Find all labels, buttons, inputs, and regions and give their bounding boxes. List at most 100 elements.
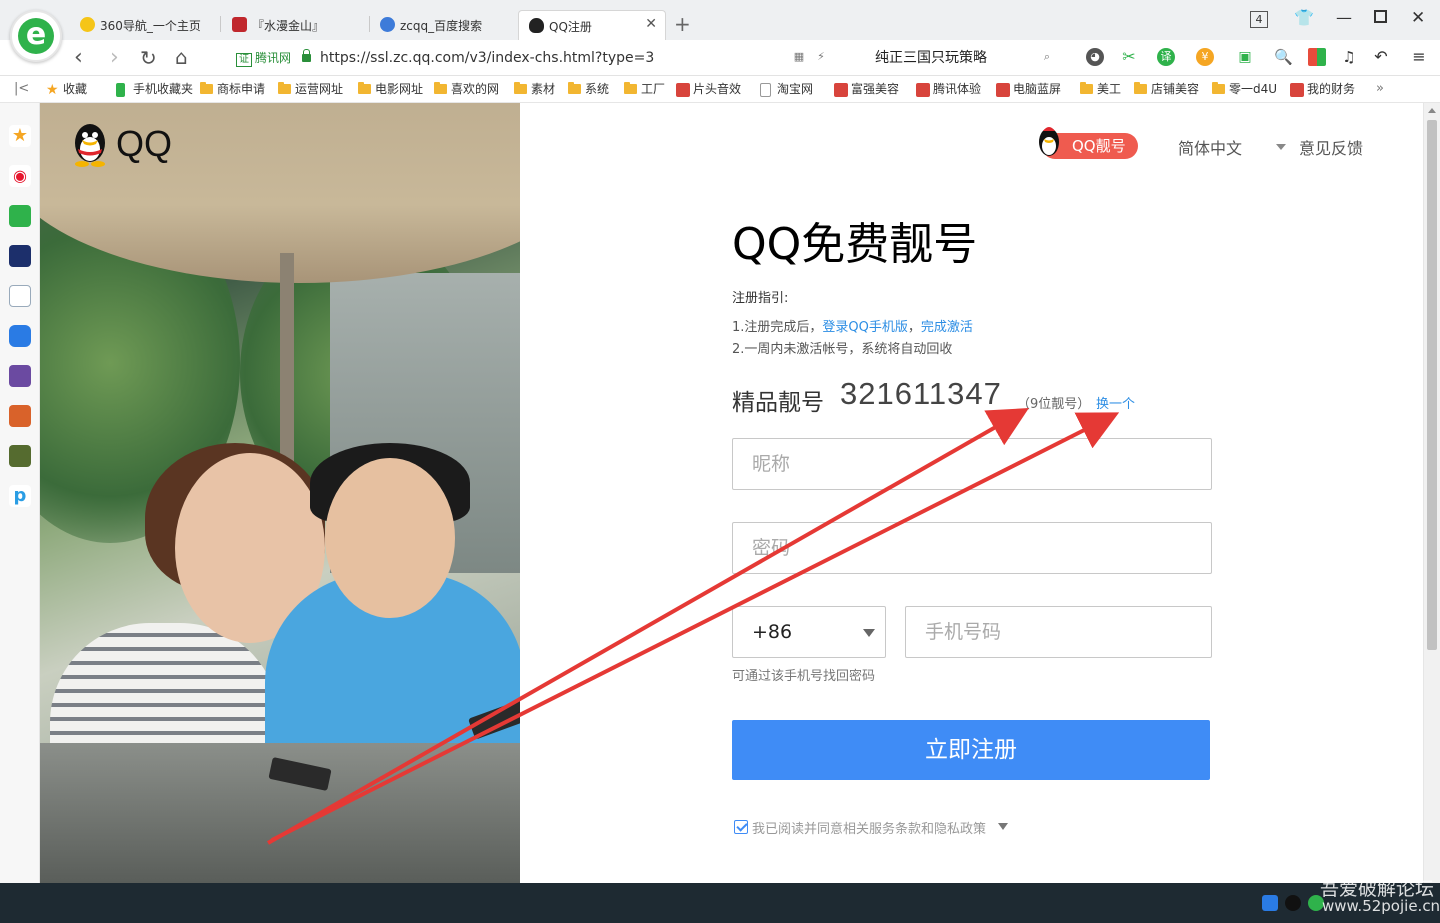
bookmark-label: 素材 bbox=[531, 82, 556, 96]
translate-icon[interactable]: 译 bbox=[1157, 48, 1175, 66]
chevron-down-icon[interactable] bbox=[998, 823, 1008, 830]
chat-icon[interactable] bbox=[9, 325, 31, 347]
tab-360-nav[interactable]: 360导航_一个主页 bbox=[70, 10, 220, 40]
new-tab-button[interactable]: + bbox=[674, 12, 691, 36]
complete-activation-link[interactable]: 完成激活 bbox=[921, 320, 973, 335]
bookmark-label: 运营网址 bbox=[295, 82, 344, 96]
back-button[interactable]: ‹ bbox=[74, 45, 83, 70]
close-tab-icon[interactable]: ✕ bbox=[645, 16, 657, 32]
skin-icon[interactable]: 👕 bbox=[1294, 8, 1314, 27]
tab-qq-register[interactable]: QQ注册 ✕ bbox=[518, 10, 666, 40]
headphones-icon[interactable]: ♫ bbox=[1340, 48, 1358, 66]
agree-checkbox[interactable] bbox=[734, 820, 748, 834]
tab-baidu-search[interactable]: zcqq_百度搜索 bbox=[370, 10, 516, 40]
sidebar-toggle-icon[interactable]: |< bbox=[14, 81, 29, 96]
bookmark-item[interactable]: 工厂 bbox=[624, 82, 668, 97]
nickname-input[interactable]: 昵称 bbox=[732, 438, 1212, 490]
minimize-button[interactable]: — bbox=[1336, 8, 1352, 27]
language-selector[interactable]: 简体中文 bbox=[1178, 135, 1242, 159]
bookmark-label: 富强美容 bbox=[851, 82, 900, 96]
register-button[interactable]: 立即注册 bbox=[732, 720, 1210, 780]
document-icon[interactable] bbox=[9, 285, 31, 307]
undo-icon[interactable]: ↶ bbox=[1372, 48, 1390, 66]
search-text: 纯正三国只玩策略 bbox=[875, 50, 987, 66]
favorites-icon[interactable]: ★ bbox=[9, 125, 31, 147]
guide-heading: 注册指引: bbox=[732, 291, 789, 306]
image-icon[interactable]: ▣ bbox=[1236, 48, 1254, 66]
p-icon[interactable]: p bbox=[9, 485, 31, 507]
bookmark-item[interactable]: ★ 收藏 bbox=[46, 82, 106, 97]
husky-icon[interactable]: ◕ bbox=[1086, 48, 1104, 66]
game-icon[interactable] bbox=[9, 405, 31, 427]
bookmark-item[interactable]: 腾讯体验 bbox=[916, 82, 990, 97]
phone-hint: 可通过该手机号找回密码 bbox=[732, 669, 876, 684]
lock-icon bbox=[302, 49, 311, 62]
bookmark-item[interactable]: 电脑蓝屏 bbox=[996, 82, 1070, 97]
guide-line-2: 2.一周内未激活帐号，系统将自动回收 bbox=[732, 342, 953, 357]
scrollbar-thumb[interactable] bbox=[1427, 120, 1437, 650]
weibo-icon[interactable]: ◉ bbox=[9, 165, 31, 187]
country-code-select[interactable]: +86 bbox=[732, 606, 886, 658]
news-icon[interactable] bbox=[9, 245, 31, 267]
browser-logo[interactable]: e bbox=[10, 10, 62, 62]
scissors-icon[interactable]: ✂ bbox=[1120, 48, 1138, 66]
maximize-button[interactable] bbox=[1374, 10, 1387, 23]
bookmark-item[interactable]: 我的财务 bbox=[1290, 82, 1360, 97]
magnifier-icon[interactable]: 🔍 bbox=[1274, 48, 1293, 66]
tray-icon[interactable] bbox=[1262, 895, 1278, 911]
bookmark-item[interactable]: 富强美容 bbox=[834, 82, 908, 97]
bookmark-item[interactable]: 片头音效 bbox=[676, 82, 750, 97]
feedback-link[interactable]: 意见反馈 bbox=[1299, 135, 1363, 159]
change-number-link[interactable]: 换一个 bbox=[1096, 393, 1135, 412]
bookmark-item[interactable]: 运营网址 bbox=[278, 82, 350, 97]
url-field[interactable]: 证腾讯网 https://ssl.zc.qq.com/v3/index-chs.… bbox=[226, 44, 860, 72]
number-note: （9位靓号） bbox=[1017, 397, 1091, 412]
bookmark-item[interactable]: 喜欢的网 bbox=[434, 82, 506, 97]
page-scrollbar[interactable] bbox=[1423, 103, 1440, 883]
chevron-down-icon[interactable] bbox=[1276, 144, 1286, 150]
bookmark-item[interactable]: 店铺美容 bbox=[1134, 82, 1202, 97]
bookmark-item[interactable]: 手机收藏夹 bbox=[116, 82, 194, 97]
apps-icon[interactable] bbox=[1308, 48, 1326, 66]
agreement-text: 我已阅读并同意相关服务条款和隐私政策 bbox=[752, 822, 987, 837]
mail-icon[interactable] bbox=[9, 205, 31, 227]
bookmark-item[interactable]: 电影网址 bbox=[358, 82, 426, 97]
password-input[interactable]: 密码 bbox=[732, 522, 1212, 574]
scroll-up-icon[interactable] bbox=[1428, 108, 1436, 113]
speed-icon[interactable]: ⚡ bbox=[812, 48, 830, 66]
bookmark-item[interactable]: 素材 bbox=[514, 82, 558, 97]
tab-count-button[interactable]: 4 bbox=[1250, 11, 1268, 28]
qq-vip-number-button[interactable]: QQ靓号 bbox=[1039, 127, 1138, 159]
home-button[interactable]: ⌂ bbox=[175, 45, 188, 69]
forward-button[interactable]: › bbox=[110, 45, 119, 70]
bookmark-item[interactable]: 系统 bbox=[568, 82, 616, 97]
search-icon[interactable]: ⌕ bbox=[1038, 48, 1056, 66]
game-icon[interactable] bbox=[9, 445, 31, 467]
tab-shuiman[interactable]: 『水漫金山』 bbox=[222, 10, 368, 40]
guide-text: ， bbox=[907, 320, 921, 335]
left-sidebar: ★ ◉ p bbox=[0, 103, 40, 883]
qr-icon[interactable]: ▦ bbox=[790, 48, 808, 66]
phone-input[interactable]: 手机号码 bbox=[905, 606, 1212, 658]
menu-icon[interactable]: ≡ bbox=[1410, 48, 1428, 66]
qq-tray-icon[interactable] bbox=[1285, 895, 1301, 911]
game-icon[interactable] bbox=[9, 365, 31, 387]
folder-icon bbox=[1212, 82, 1225, 94]
tab-label: 360导航_一个主页 bbox=[100, 19, 201, 33]
site-icon bbox=[1290, 83, 1304, 97]
bookmark-item[interactable]: 商标申请 bbox=[200, 82, 270, 97]
more-bookmarks-icon[interactable]: » bbox=[1376, 81, 1384, 96]
bookmark-item[interactable]: 零一d4U bbox=[1212, 82, 1282, 97]
bookmark-item[interactable]: 美工 bbox=[1080, 82, 1124, 97]
shield-icon[interactable]: ¥ bbox=[1196, 48, 1214, 66]
reload-button[interactable]: ↻ bbox=[140, 46, 157, 70]
bookmark-label: 电影网址 bbox=[375, 82, 424, 96]
site-icon bbox=[676, 83, 690, 97]
qq-logo-text: QQ bbox=[116, 123, 173, 164]
cert-badge[interactable]: 证腾讯网 bbox=[236, 50, 291, 67]
login-qq-mobile-link[interactable]: 登录QQ手机版 bbox=[822, 320, 907, 335]
bookmark-item[interactable]: 淘宝网 bbox=[760, 82, 826, 97]
close-window-button[interactable]: ✕ bbox=[1411, 8, 1425, 28]
url-text: https://ssl.zc.qq.com/v3/index-chs.html?… bbox=[320, 50, 655, 66]
search-input[interactable]: 纯正三国只玩策略 bbox=[870, 44, 1056, 72]
